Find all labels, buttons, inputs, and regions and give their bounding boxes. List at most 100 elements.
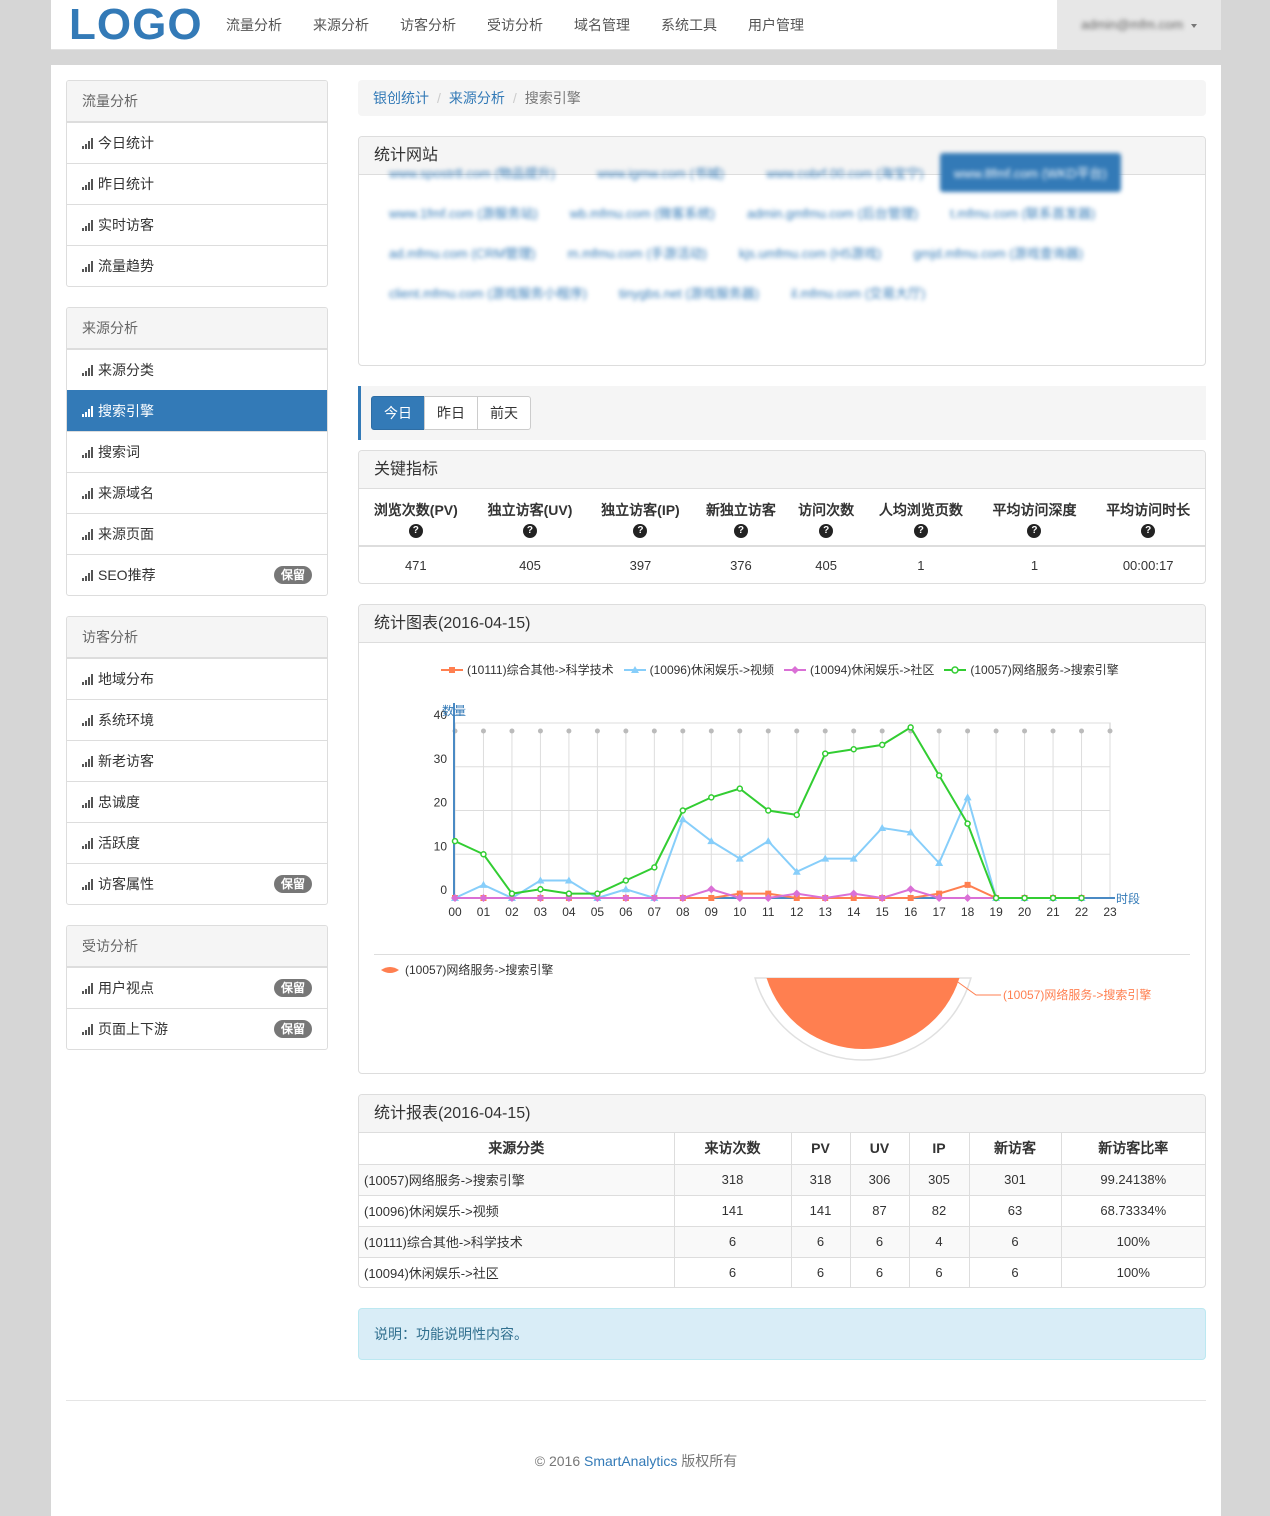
sidebar-item-realtime[interactable]: 实时访客 [67, 204, 327, 245]
day-button-group: 今日 昨日 前天 [371, 396, 531, 430]
today-button[interactable]: 今日 [371, 396, 425, 430]
breadcrumb-source[interactable]: 来源分析 [449, 90, 505, 106]
day-before-button[interactable]: 前天 [477, 396, 531, 430]
breadcrumb-current: 搜索引擎 [524, 90, 581, 106]
nav-visitor[interactable]: 访客分析 [391, 0, 470, 50]
site-link[interactable]: www.1fmf.com (游服务站) [375, 197, 552, 228]
sidebar-item-label: 来源页面 [98, 526, 154, 542]
site-list: www.spostr8.com (物品提升) www.igmw.com (书城)… [375, 152, 1195, 312]
sidebar-item-visitor-attr[interactable]: 访客属性 保留 [67, 863, 327, 904]
sidebar-item-source-category[interactable]: 来源分类 [67, 349, 327, 390]
sidebar-item-trend[interactable]: 流量趋势 [67, 245, 327, 286]
table-cell: 301 [969, 1163, 1062, 1195]
kpi-header-pages-per-user: 人均浏览页数? [864, 489, 978, 547]
sidebar-item-today[interactable]: 今日统计 [67, 122, 327, 163]
kpi-value-pages-per-user: 1 [917, 557, 925, 573]
pie-chart: (10057)网络服务->搜索引擎 [754, 977, 1151, 1061]
kpi-value-visits: 405 [815, 557, 837, 573]
pie-legend-swatch [381, 966, 399, 973]
sidebar-item-search-terms[interactable]: 搜索词 [67, 431, 327, 472]
sidebar-item-source-domain[interactable]: 来源域名 [67, 472, 327, 513]
site-link[interactable]: www.spostr8.com (物品提升) [375, 157, 569, 188]
nav-traffic[interactable]: 流量分析 [217, 0, 296, 50]
site-link[interactable]: wb.mfmu.com (微客系统) [556, 197, 729, 228]
signal-bars-icon [82, 179, 95, 190]
sidebar-item-new-old[interactable]: 新老访客 [67, 740, 327, 781]
nav-users[interactable]: 用户管理 [739, 0, 818, 50]
site-link[interactable]: kjs.umfmu.com (H5游戏) [725, 237, 895, 268]
site-link[interactable]: tinygbs.net (游戏服务器) [605, 277, 773, 308]
question-circle-icon[interactable]: ? [1027, 524, 1042, 538]
panel-title: 关键指标 [359, 451, 1205, 489]
site-link[interactable]: admin.gmfmu.com (后台管理) [733, 197, 932, 228]
footer-copyright: © 2016 [534, 1453, 584, 1469]
signal-bars-icon [82, 838, 95, 849]
sidebar-item-activity[interactable]: 活跃度 [67, 822, 327, 863]
kpi-header-label: 浏览次数(PV) [373, 502, 458, 518]
site-link[interactable]: il.mfmu.com (交易大厅) [777, 277, 939, 308]
sidebar-group-source: 来源分析 来源分类 搜索引擎 搜索词 来源域名 来源页面 SEO推荐 保留 [66, 307, 328, 596]
table-cell: (10094)休闲娱乐->社区 [359, 1256, 675, 1287]
question-circle-icon[interactable]: ? [633, 524, 648, 538]
pie-chart-legend[interactable]: (10057)网络服务->搜索引擎 [379, 961, 553, 978]
site-link[interactable]: m.mfmu.com (手游活动) [554, 237, 721, 268]
table-cell: 6 [791, 1256, 851, 1287]
site-link-active[interactable]: www.8fmf.com (WKD平台) [939, 152, 1121, 192]
table-cell: 68.73334% [1061, 1194, 1205, 1226]
site-link[interactable]: ad.mfmu.com (CRM管理) [375, 237, 550, 268]
table-cell: 6 [674, 1225, 792, 1257]
site-link[interactable]: t.mfmu.com (联系首发器) [936, 197, 1109, 228]
footer: © 2016 SmartAnalytics 版权所有 [51, 1451, 1221, 1471]
nav-visited[interactable]: 受访分析 [478, 0, 557, 50]
sidebar-item-source-page[interactable]: 来源页面 [67, 513, 327, 554]
sidebar-item-label: 地域分布 [98, 671, 154, 687]
kpi-value-ip: 397 [629, 557, 652, 573]
kpi-header-pv: 浏览次数(PV)? [359, 489, 473, 547]
sidebar: 流量分析 今日统计 昨日统计 实时访客 流量趋势 来源分析 来源分类 搜索引擎 … [66, 80, 328, 1070]
table-cell: 63 [969, 1194, 1062, 1226]
signal-bars-icon [82, 261, 95, 272]
sidebar-item-label: 来源域名 [98, 485, 154, 501]
yesterday-button[interactable]: 昨日 [424, 396, 478, 430]
table-cell: 305 [909, 1163, 970, 1195]
sidebar-item-label: 新老访客 [98, 753, 154, 769]
nav-domain[interactable]: 域名管理 [565, 0, 644, 50]
table-cell: (10111)综合其他->科学技术 [359, 1225, 675, 1257]
breadcrumb-home[interactable]: 银创统计 [373, 90, 429, 106]
site-link[interactable]: client.mfmu.com (游戏服务小程序) [375, 277, 601, 308]
logo[interactable]: LOGO [69, 0, 203, 50]
question-circle-icon[interactable]: ? [1141, 524, 1156, 538]
sidebar-item-region[interactable]: 地域分布 [67, 658, 327, 699]
kpi-value-new-uv: 376 [730, 557, 752, 573]
question-circle-icon[interactable]: ? [819, 524, 834, 538]
question-circle-icon[interactable]: ? [408, 524, 423, 538]
footer-brand-link[interactable]: SmartAnalytics [584, 1453, 677, 1469]
report-table: 来源分类 来访次数 PV UV IP 新访客 新访客比率 (10057)网络服务… [359, 1133, 1205, 1287]
sidebar-item-yesterday[interactable]: 昨日统计 [67, 163, 327, 204]
breadcrumb-separator: / [512, 90, 517, 106]
signal-bars-icon [82, 138, 95, 149]
site-link[interactable]: www.cobrf.00.com (海宝宁) [752, 157, 937, 188]
signal-bars-icon [82, 365, 95, 376]
question-circle-icon[interactable]: ? [733, 524, 748, 538]
nav-tools[interactable]: 系统工具 [652, 0, 731, 50]
chart-body: (10111)综合其他->科学技术 (10096)休闲娱乐->视频 (10094)休… [359, 643, 1205, 1073]
sidebar-item-system[interactable]: 系统环境 [67, 699, 327, 740]
sidebar-item-loyalty[interactable]: 忠诚度 [67, 781, 327, 822]
sidebar-item-page-flow[interactable]: 页面上下游 保留 [67, 1008, 327, 1049]
day-selector-bar: 今日 昨日 前天 [358, 386, 1206, 440]
kpi-header-uv: 独立访客(UV)? [472, 489, 588, 547]
sidebar-item-seo[interactable]: SEO推荐 保留 [67, 554, 327, 595]
question-circle-icon[interactable]: ? [913, 524, 928, 538]
table-row: (10094)休闲娱乐->社区 6 6 6 6 6 100% [359, 1256, 1205, 1287]
sidebar-item-label: 搜索词 [98, 444, 140, 460]
sidebar-item-user-view[interactable]: 用户视点 保留 [67, 967, 327, 1008]
question-circle-icon[interactable]: ? [522, 524, 537, 538]
nav-source[interactable]: 来源分析 [304, 0, 383, 50]
site-link[interactable]: gmjd.mfmu.com (游戏查询器) [899, 237, 1097, 268]
site-link[interactable]: www.igmw.com (书城) [583, 157, 738, 188]
sidebar-item-search-engine[interactable]: 搜索引擎 [67, 390, 327, 431]
report-header: 新访客比率 [1061, 1133, 1205, 1165]
user-menu[interactable]: admin@mfm.com [1057, 0, 1221, 50]
signal-bars-icon [82, 529, 95, 540]
